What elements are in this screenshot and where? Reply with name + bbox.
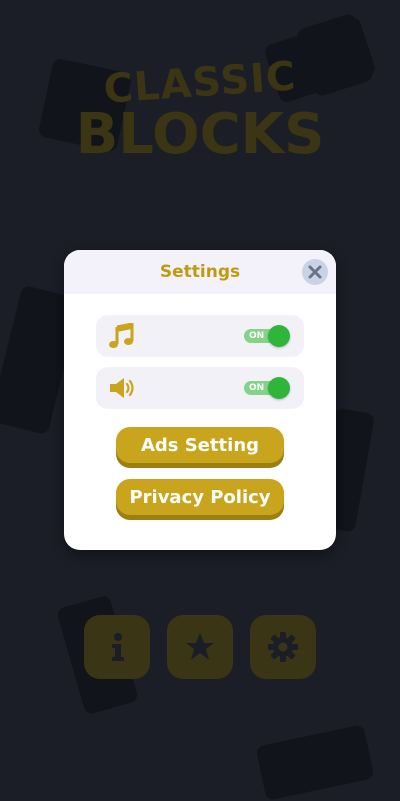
ads-setting-label: Ads Setting — [140, 434, 260, 456]
info-icon — [112, 633, 124, 661]
close-button[interactable] — [302, 259, 328, 285]
leaderboard-button[interactable] — [167, 615, 233, 679]
sound-toggle[interactable]: ON — [244, 377, 290, 399]
music-toggle-label: ON — [249, 331, 265, 341]
close-icon — [308, 265, 322, 279]
music-setting-row: ON — [96, 315, 304, 357]
sound-toggle-knob — [268, 377, 290, 399]
speaker-icon — [110, 378, 134, 398]
game-logo: CLASSIC BLOCKS — [70, 53, 330, 167]
settings-dialog: Settings ON ON Ads Setting Privacy Polic… — [64, 250, 336, 550]
ads-setting-button[interactable]: Ads Setting — [116, 427, 284, 463]
music-note-icon — [109, 323, 134, 348]
music-toggle[interactable]: ON — [244, 325, 290, 347]
gear-icon — [268, 632, 298, 662]
settings-dialog-header: Settings — [64, 250, 336, 294]
star-icon — [186, 633, 214, 660]
settings-dialog-title: Settings — [159, 262, 241, 282]
music-toggle-knob — [268, 325, 290, 347]
privacy-policy-label: Privacy Policy — [129, 486, 271, 508]
settings-button[interactable] — [250, 615, 316, 679]
sound-toggle-label: ON — [249, 383, 265, 393]
sound-setting-row: ON — [96, 367, 304, 409]
background-block — [255, 724, 375, 801]
info-button[interactable] — [84, 615, 150, 679]
privacy-policy-button[interactable]: Privacy Policy — [116, 479, 284, 515]
